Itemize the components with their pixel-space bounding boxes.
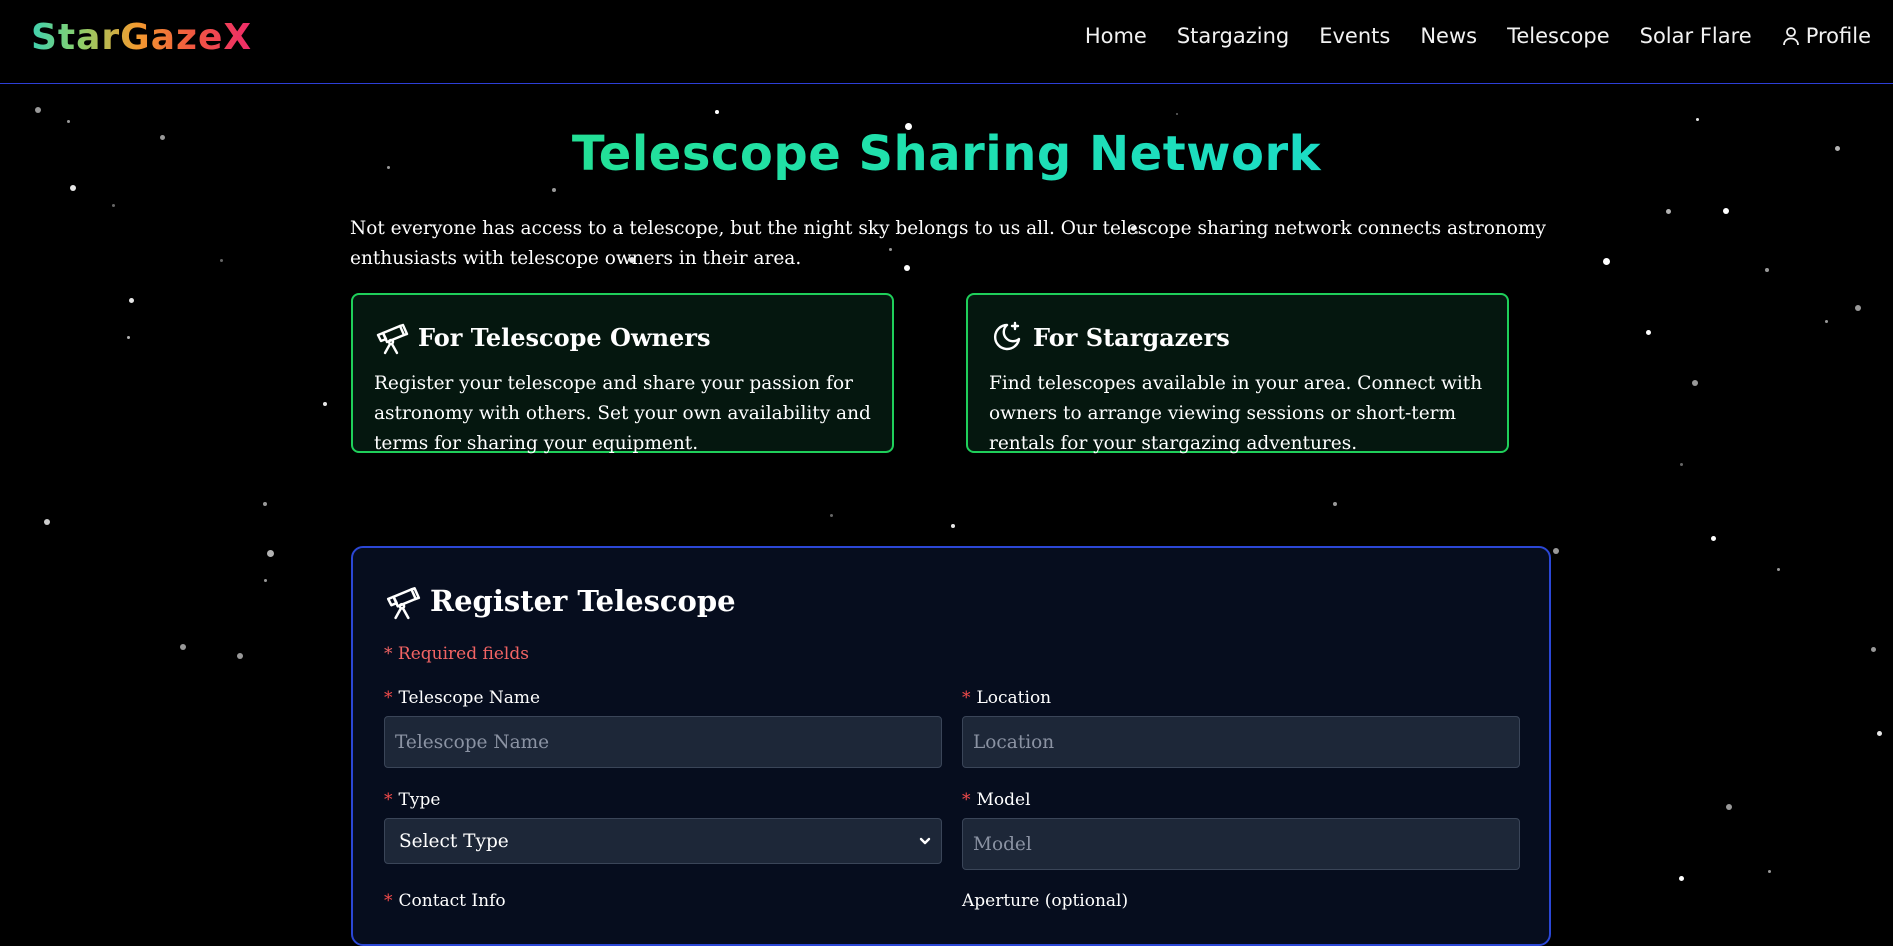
- form-heading: Register Telescope: [384, 582, 736, 620]
- register-telescope-form: Register Telescope * Required fields * Te…: [351, 546, 1551, 946]
- nav-link-profile[interactable]: Profile: [1782, 24, 1871, 48]
- user-icon: [1782, 27, 1799, 46]
- star-dot: [552, 188, 556, 192]
- nav-link-stargazing[interactable]: Stargazing: [1177, 24, 1289, 48]
- star-dot: [1679, 876, 1684, 881]
- star-dot: [1553, 548, 1559, 554]
- top-navbar: StarGazeX Home Stargazing Events News Te…: [0, 0, 1893, 84]
- nav-link-solar-flare[interactable]: Solar Flare: [1640, 24, 1752, 48]
- star-dot: [1333, 502, 1337, 506]
- card-owners-title: For Telescope Owners: [418, 322, 711, 352]
- required-marker: *: [384, 688, 393, 708]
- star-dot: [1692, 380, 1698, 386]
- moon-star-icon: [994, 321, 1021, 351]
- model-label: * Model: [962, 790, 1031, 810]
- telescope-icon: [386, 587, 421, 620]
- nav-menu: Home Stargazing Events News Telescope So…: [1055, 24, 1871, 48]
- card-stargazers-title: For Stargazers: [1033, 322, 1230, 352]
- star-dot: [129, 298, 134, 303]
- card-stargazers-heading: For Stargazers: [989, 319, 1486, 355]
- star-dot: [323, 402, 327, 406]
- star-dot: [180, 644, 186, 650]
- required-fields-note: * Required fields: [384, 644, 529, 664]
- location-input[interactable]: [962, 716, 1520, 768]
- star-dot: [237, 653, 243, 659]
- star-dot: [127, 336, 130, 339]
- star-dot: [267, 550, 274, 557]
- star-dot: [715, 110, 719, 114]
- star-dot: [1680, 463, 1683, 466]
- location-label-text: Location: [976, 688, 1052, 708]
- telescope-name-input[interactable]: [384, 716, 942, 768]
- type-select[interactable]: Select Type: [384, 818, 942, 864]
- star-dot: [35, 107, 41, 113]
- nav-link-telescope[interactable]: Telescope: [1507, 24, 1610, 48]
- star-dot: [1877, 731, 1882, 736]
- card-stargazers: For Stargazers Find telescopes available…: [966, 293, 1509, 454]
- star-dot: [1871, 647, 1876, 652]
- star-dot: [1696, 118, 1699, 121]
- star-dot: [264, 579, 267, 582]
- star-dot: [951, 524, 955, 528]
- star-dot: [1726, 804, 1732, 810]
- star-dot: [1825, 320, 1828, 323]
- aperture-label: Aperture (optional): [962, 891, 1129, 911]
- model-input[interactable]: [962, 818, 1520, 870]
- star-dot: [1711, 536, 1716, 541]
- star-dot: [1855, 305, 1861, 311]
- required-marker: *: [384, 891, 393, 911]
- star-dot: [1603, 258, 1610, 265]
- nav-link-home[interactable]: Home: [1085, 24, 1147, 48]
- form-title: Register Telescope: [430, 584, 736, 618]
- star-dot: [263, 502, 267, 506]
- star-dot: [1646, 330, 1651, 335]
- star-dot: [830, 514, 833, 517]
- nav-link-events[interactable]: Events: [1319, 24, 1390, 48]
- required-marker: *: [962, 688, 971, 708]
- nav-link-news[interactable]: News: [1420, 24, 1477, 48]
- model-label-text: Model: [976, 790, 1031, 810]
- star-dot: [1765, 268, 1769, 272]
- card-telescope-owners: For Telescope Owners Register your teles…: [351, 293, 894, 454]
- intro-text: Not everyone has access to a telescope, …: [350, 218, 1546, 269]
- location-label: * Location: [962, 688, 1051, 708]
- required-marker: *: [384, 790, 393, 810]
- star-dot: [70, 185, 76, 191]
- star-dot: [1777, 568, 1780, 571]
- card-owners-heading: For Telescope Owners: [374, 319, 871, 355]
- chevron-down-icon: [919, 837, 931, 845]
- nav-link-profile-label: Profile: [1805, 24, 1871, 48]
- star-dot: [1768, 870, 1771, 873]
- star-dot: [1666, 209, 1671, 214]
- star-dot: [220, 259, 223, 262]
- star-dot: [112, 204, 115, 207]
- telescope-name-label-text: Telescope Name: [398, 688, 541, 708]
- star-dot: [67, 120, 70, 123]
- card-stargazers-text: Find telescopes available in your area. …: [989, 373, 1483, 454]
- contact-info-label: * Contact Info: [384, 891, 506, 911]
- contact-info-label-text: Contact Info: [398, 891, 506, 911]
- telescope-name-label: * Telescope Name: [384, 688, 540, 708]
- telescope-icon: [376, 323, 409, 355]
- star-dot: [44, 519, 50, 525]
- star-dot: [1723, 208, 1729, 214]
- page-title: Telescope Sharing Network: [0, 126, 1893, 182]
- type-select-value: Select Type: [399, 830, 509, 852]
- required-marker: *: [962, 790, 971, 810]
- type-label: * Type: [384, 790, 440, 810]
- type-label-text: Type: [398, 790, 441, 810]
- card-owners-text: Register your telescope and share your p…: [374, 373, 871, 454]
- star-dot: [1176, 113, 1178, 115]
- site-logo[interactable]: StarGazeX: [31, 17, 252, 58]
